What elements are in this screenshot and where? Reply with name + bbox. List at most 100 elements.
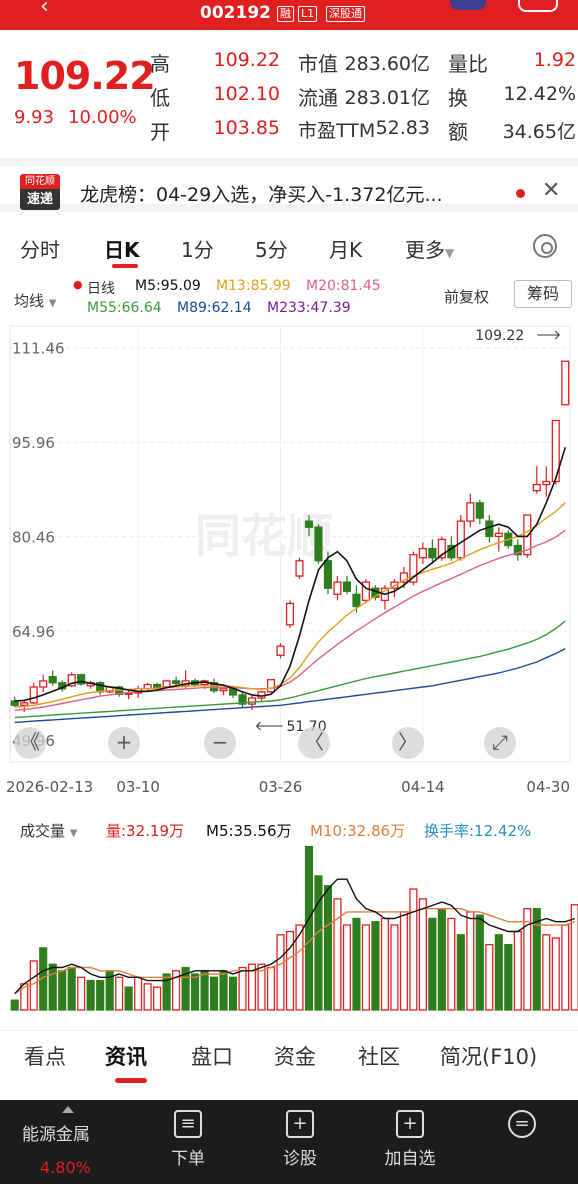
turnover-label: 换 xyxy=(448,86,468,110)
chip-button[interactable]: 筹码 xyxy=(514,280,572,308)
tab-daily-k[interactable]: 日K xyxy=(104,234,140,263)
ma-selector[interactable]: 均线 ▼ xyxy=(14,290,57,311)
high-label: 高 xyxy=(150,52,170,76)
pe-label: 市盈TTM xyxy=(298,120,376,142)
tab-order-book[interactable]: 盘口 xyxy=(191,1041,233,1071)
zoom-in-button[interactable]: + xyxy=(108,727,140,759)
back-icon[interactable]: ‹ xyxy=(40,0,49,19)
home-icon[interactable] xyxy=(518,0,558,12)
legend-m5: M5:95.09 xyxy=(135,278,201,294)
volume-bar xyxy=(219,970,228,1011)
menu-button[interactable]: = xyxy=(482,1110,562,1144)
candle-body xyxy=(466,502,475,522)
tab-intraday[interactable]: 分时 xyxy=(20,234,60,263)
volume-chart[interactable] xyxy=(0,840,578,1020)
volume-bar xyxy=(304,845,314,1011)
volume-bar xyxy=(67,966,76,1011)
volume-bar xyxy=(228,976,238,1011)
volume-bar xyxy=(399,911,408,1011)
pe-value: 52.83 xyxy=(375,117,430,139)
connect-tag: 深股通 xyxy=(326,6,365,22)
tab-5min[interactable]: 5分 xyxy=(255,234,288,263)
scroll-right-button[interactable]: 〉 xyxy=(392,727,424,759)
candle-body xyxy=(39,680,48,688)
candle-body xyxy=(542,480,551,486)
volume-bar xyxy=(371,921,380,1011)
volume-bar xyxy=(342,924,352,1011)
candle-body xyxy=(323,560,333,589)
volume-bar xyxy=(238,966,247,1011)
add-watchlist-button[interactable]: + 加自选 xyxy=(370,1110,450,1169)
logo-top-text: 同花顺 xyxy=(20,174,60,189)
tab-monthly-k[interactable]: 月K xyxy=(329,234,362,263)
volume-bar xyxy=(447,917,456,1011)
logo-bottom-text: 速递 xyxy=(20,189,60,210)
volume-bar xyxy=(513,930,522,1011)
unread-dot-icon xyxy=(516,189,525,198)
tab-more-label: 更多 xyxy=(405,238,445,262)
tab-highlights[interactable]: 看点 xyxy=(24,1041,66,1071)
tab-capital-flow[interactable]: 资金 xyxy=(274,1041,316,1071)
volratio-label: 量比 xyxy=(448,52,488,76)
candle-body xyxy=(456,520,465,559)
high-value: 109.22 xyxy=(213,49,280,71)
volume-bar xyxy=(551,937,560,1011)
volume-bar xyxy=(153,986,162,1011)
active-tab-indicator xyxy=(112,264,138,268)
volume-bar xyxy=(86,979,95,1011)
order-label: 下单 xyxy=(171,1149,205,1169)
volume-bar xyxy=(200,970,209,1011)
candle-body xyxy=(475,502,484,519)
max-price-label: 109.22 xyxy=(475,328,524,344)
content-tabs: 看点 资讯 盘口 资金 社区 简况(F10) xyxy=(0,1030,578,1086)
volume-bar xyxy=(333,898,342,1011)
legend-volume: 量:32.19万 xyxy=(106,822,184,840)
x-tick-label: 03-10 xyxy=(116,778,160,796)
volume-bar xyxy=(10,999,19,1011)
fullscreen-button[interactable]: ⤢ xyxy=(484,727,516,759)
amount-label: 额 xyxy=(448,120,468,144)
legend-m233: M233:47.39 xyxy=(267,300,351,316)
settings-icon[interactable] xyxy=(533,234,557,258)
volume-bar xyxy=(58,970,67,1011)
tab-1min[interactable]: 1分 xyxy=(181,234,214,263)
scroll-left-button[interactable]: 〈 xyxy=(298,727,330,759)
tab-more[interactable]: 更多▼ xyxy=(405,234,454,263)
scroll-left-far-button[interactable]: 《 xyxy=(14,727,46,759)
candle-body xyxy=(532,483,541,492)
candle-body xyxy=(276,645,285,656)
adjust-toggle[interactable]: 前复权 xyxy=(444,286,489,307)
volume-bar xyxy=(115,976,124,1011)
banner-text[interactable]: 龙虎榜：04-29入选，净买入-1.372亿元... xyxy=(80,180,443,207)
volume-bar xyxy=(542,934,551,1011)
news-banner[interactable]: 同花顺 速递 龙虎榜：04-29入选，净买入-1.372亿元... ✕ xyxy=(0,158,578,212)
legend-m89: M89:62.14 xyxy=(177,300,252,316)
watermark-logo: 同花顺 xyxy=(195,509,333,563)
float-value: 283.01亿 xyxy=(344,87,430,109)
sector-name[interactable]: 能源金属 xyxy=(22,1120,90,1145)
volratio-value: 1.92 xyxy=(533,49,576,71)
volume-bar xyxy=(266,966,276,1011)
quote-panel: 109.22 9.93 10.00% 高 低 开 109.22 102.10 1… xyxy=(0,32,578,152)
volume-bar xyxy=(361,924,370,1011)
amount-value: 34.65亿 xyxy=(502,121,576,143)
open-value: 103.85 xyxy=(213,117,280,139)
ma5-line xyxy=(14,447,567,702)
tab-news[interactable]: 资讯 xyxy=(105,1041,147,1071)
zoom-out-button[interactable]: − xyxy=(204,727,236,759)
expand-up-icon[interactable] xyxy=(62,1106,74,1113)
order-button[interactable]: ≡ 下单 xyxy=(148,1110,228,1169)
period-tabs: 分时 日K 1分 5分 月K 更多▼ xyxy=(0,222,578,270)
candle-body xyxy=(342,581,352,592)
avatar[interactable] xyxy=(450,0,486,10)
indicator-selector[interactable]: 成交量 ▼ xyxy=(20,820,78,841)
tab-f10-profile[interactable]: 简况(F10) xyxy=(440,1041,537,1071)
y-tick-label: 95.96 xyxy=(12,434,55,452)
daily-dot-icon: ● xyxy=(73,278,83,291)
close-icon[interactable]: ✕ xyxy=(542,178,560,203)
mktcap-value: 283.60亿 xyxy=(344,53,430,75)
diagnose-button[interactable]: + 诊股 xyxy=(260,1110,340,1169)
kline-chart[interactable]: 111.4695.9680.4664.9649.96同花顺109.2251.70… xyxy=(0,322,578,797)
x-tick-label: 03-26 xyxy=(259,778,303,796)
tab-community[interactable]: 社区 xyxy=(358,1041,400,1071)
